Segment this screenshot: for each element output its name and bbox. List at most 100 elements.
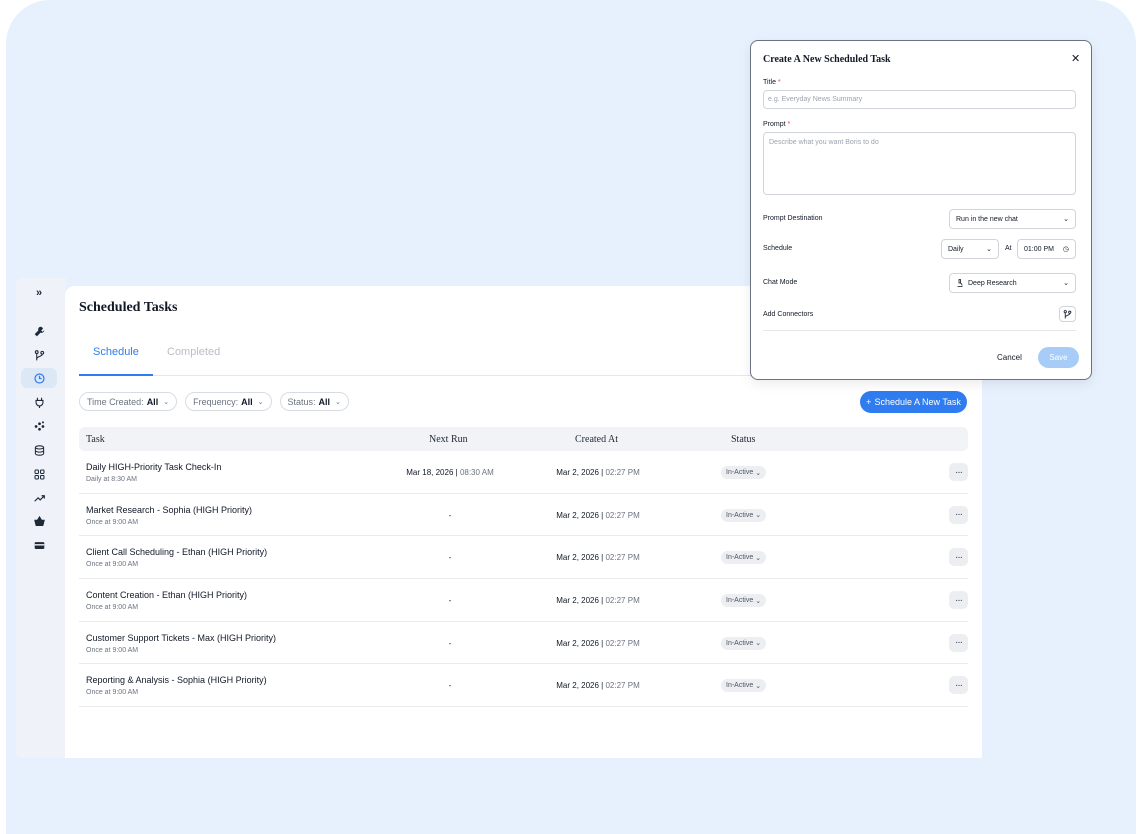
time-picker[interactable]: 01:00 PM ◷	[1017, 239, 1076, 259]
title-label: Title *	[763, 79, 781, 86]
modal-divider	[763, 330, 1076, 331]
status-badge[interactable]: In-Active ⌄	[721, 594, 767, 608]
task-name: Reporting & Analysis - Sophia (HIGH Prio…	[86, 675, 267, 686]
tab-completed[interactable]: Completed	[167, 346, 220, 358]
chevron-down-icon: ⌄	[257, 398, 264, 406]
filter-label: Frequency:	[193, 396, 239, 407]
nodes-icon	[34, 420, 44, 431]
row-more-button[interactable]: ···	[949, 591, 968, 610]
task-name: Content Creation - Ethan (HIGH Priority)	[86, 590, 248, 601]
prompt-textarea[interactable]: Describe what you want Boris to do	[763, 132, 1076, 195]
row-more-button[interactable]: ···	[949, 548, 968, 567]
create-task-modal: Create A New Scheduled Task ✕ Title * e.…	[750, 40, 1092, 380]
task-frequency: Once at 9:00 AM	[86, 561, 139, 569]
next-run: -	[448, 681, 452, 691]
next-run: -	[448, 596, 452, 606]
schedule-new-task-button[interactable]: + Schedule A New Task	[860, 391, 967, 413]
sidebar-item-analytics[interactable]	[21, 488, 57, 508]
chat-mode-select[interactable]: Deep Research ⌄	[949, 273, 1076, 293]
table-row[interactable]: Content Creation - Ethan (HIGH Priority)…	[79, 579, 968, 622]
microscope-icon	[957, 279, 963, 287]
chat-mode-label: Chat Mode	[763, 279, 798, 286]
sidebar-item-tools[interactable]	[21, 321, 57, 341]
task-frequency: Daily at 8:30 AM	[86, 476, 137, 483]
grid-apps-icon	[34, 469, 44, 479]
created-at: Mar 2, 2026 | 02:27 PM	[556, 553, 640, 563]
chevron-down-icon: ⌄	[755, 640, 762, 648]
chevron-down-icon: ⌄	[335, 398, 341, 406]
page-title: Scheduled Tasks	[79, 300, 178, 315]
chevron-down-icon: ⌄	[755, 554, 762, 562]
created-at: Mar 2, 2026 | 02:27 PM	[556, 638, 640, 648]
table-row[interactable]: Daily HIGH-Priority Task Check-In Daily …	[79, 451, 968, 494]
filter-frequency[interactable]: Frequency: All ⌄	[185, 392, 272, 411]
sidebar-expand-button[interactable]: »	[21, 283, 57, 303]
schedule-label: Schedule	[763, 245, 793, 252]
table-row[interactable]: Market Research - Sophia (HIGH Priority)…	[79, 494, 968, 537]
status-badge[interactable]: In-Active ⌄	[721, 508, 767, 522]
schedule-new-task-label: Schedule A New Task	[874, 397, 961, 407]
table-row[interactable]: Client Call Scheduling - Ethan (HIGH Pri…	[79, 536, 968, 580]
add-connectors-button[interactable]	[1059, 306, 1076, 322]
more-horizontal-icon: ···	[955, 509, 963, 521]
sidebar-item-scheduled-tasks[interactable]	[21, 368, 57, 388]
next-run: -	[448, 638, 452, 648]
schedule-value: Daily	[948, 245, 964, 253]
task-name: Market Research - Sophia (HIGH Priority)	[86, 504, 253, 515]
filter-label: Time Created:	[87, 396, 144, 407]
sidebar-item-integrations[interactable]	[21, 392, 57, 412]
sidebar-item-agents[interactable]	[21, 416, 57, 436]
next-run: Mar 18, 2026 | 08:30 AM	[406, 468, 494, 477]
status-badge[interactable]: In-Active ⌄	[721, 551, 767, 565]
prompt-destination-select[interactable]: Run in the new chat ⌄	[949, 209, 1076, 229]
wrench-icon	[34, 326, 44, 336]
schedule-frequency-select[interactable]: Daily ⌄	[941, 239, 999, 259]
status-badge[interactable]: In-Active ⌄	[721, 466, 767, 479]
chevron-down-icon: ⌄	[986, 246, 992, 253]
modal-close-button[interactable]: ✕	[1071, 52, 1080, 65]
more-horizontal-icon: ···	[955, 637, 963, 649]
double-chevron-right-icon: »	[35, 287, 43, 299]
more-horizontal-icon: ···	[955, 466, 963, 478]
cancel-button[interactable]: Cancel	[997, 353, 1022, 362]
destination-value: Run in the new chat	[956, 215, 1018, 223]
chevron-down-icon: ⌄	[755, 469, 762, 477]
row-more-button[interactable]: ···	[949, 505, 968, 524]
more-horizontal-icon: ···	[955, 679, 963, 691]
row-more-button[interactable]: ···	[949, 676, 968, 695]
created-at: Mar 2, 2026 | 02:27 PM	[556, 596, 640, 606]
sidebar-item-workflows[interactable]	[21, 345, 57, 365]
table-row[interactable]: Customer Support Tickets - Max (HIGH Pri…	[79, 622, 968, 665]
more-horizontal-icon: ···	[955, 551, 963, 563]
tasks-table: Task Next Run Created At Status Daily HI…	[79, 427, 968, 708]
chevron-down-icon: ⌄	[755, 682, 762, 690]
plug-icon	[35, 397, 43, 408]
title-input[interactable]: e.g. Everyday News Summary	[763, 90, 1076, 109]
filter-time-created[interactable]: Time Created: All ⌄	[79, 392, 178, 411]
sidebar-item-marketplace[interactable]	[21, 511, 57, 531]
filter-value: All	[318, 396, 331, 407]
filter-label: Status:	[287, 396, 316, 407]
row-more-button[interactable]: ···	[949, 633, 968, 652]
tab-schedule[interactable]: Schedule	[93, 346, 139, 358]
git-branch-icon	[34, 349, 44, 360]
filter-value: All	[146, 396, 159, 407]
chevron-down-icon: ⌄	[1063, 216, 1069, 223]
database-icon	[34, 444, 44, 456]
row-more-button[interactable]: ···	[949, 463, 968, 481]
time-value: 01:00 PM	[1024, 245, 1054, 253]
task-frequency: Once at 9:00 AM	[86, 604, 139, 612]
chevron-down-icon: ⌄	[755, 597, 762, 605]
save-button[interactable]: Save	[1038, 347, 1079, 368]
sidebar-item-apps[interactable]	[21, 464, 57, 484]
sidebar-item-database[interactable]	[21, 440, 57, 460]
prompt-label: Prompt *	[763, 121, 791, 128]
filter-status[interactable]: Status: All ⌄	[279, 392, 349, 411]
modal-title: Create A New Scheduled Task	[763, 54, 891, 65]
tab-bar: Schedule Completed	[79, 338, 809, 376]
table-row[interactable]: Reporting & Analysis - Sophia (HIGH Prio…	[79, 664, 968, 708]
status-badge[interactable]: In-Active ⌄	[721, 679, 767, 693]
close-icon: ✕	[1071, 53, 1081, 65]
status-badge[interactable]: In-Active ⌄	[721, 636, 767, 650]
sidebar-item-billing[interactable]	[21, 535, 57, 555]
